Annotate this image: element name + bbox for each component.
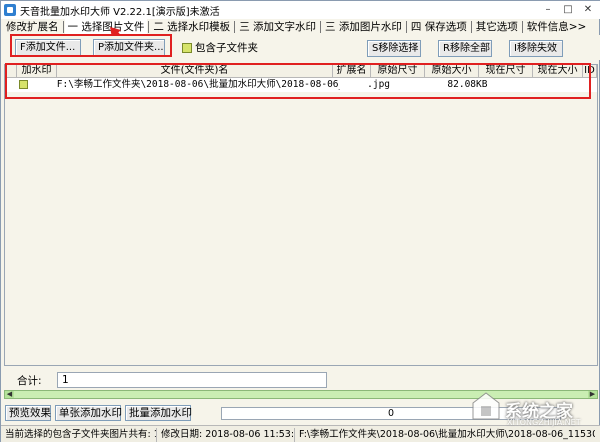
total-row: 合计: 1 <box>11 372 331 388</box>
window-title: 天音批量加水印大师 V2.22.1[演示版]未激活 <box>20 6 220 18</box>
single-watermark-button[interactable]: 单张添加水印 <box>55 405 122 421</box>
tab-separator <box>405 20 407 33</box>
row-filename: F:\李畅工作文件夹\2018-08-06\批量加水印大师\2018-08-06… <box>56 79 342 90</box>
add-folder-button[interactable]: P添加文件夹... <box>93 39 165 56</box>
watermark-logo-icon <box>472 392 500 420</box>
batch-watermark-button[interactable]: 批量添加水印 <box>125 405 192 421</box>
status-file-path: F:\李畅工作文件夹\2018-08-06\批量加水印大师\2018-08-06… <box>299 428 595 440</box>
scroll-left-icon[interactable]: ◀ <box>5 390 14 399</box>
app-window: 天音批量加水印大师 V2.22.1[演示版]未激活 – □ ✕ 修改扩展名 一 … <box>0 0 600 442</box>
col-extension[interactable]: 扩展名 <box>333 65 371 78</box>
tab-separator <box>470 20 472 33</box>
file-grid[interactable]: 加水印 文件(文件夹)名 扩展名 原始尺寸 原始大小 现在尺寸 现在大小 ID … <box>4 64 598 366</box>
site-watermark: 系统之家 XITONGZHIJIA.NET <box>471 387 591 427</box>
col-current-dimensions[interactable]: 现在尺寸 <box>479 65 533 78</box>
watermark-url: XITONGZHIJIA.NET <box>507 418 581 427</box>
total-label: 合计: <box>17 374 42 387</box>
table-row[interactable]: F:\李畅工作文件夹\2018-08-06\批量加水印大师\2018-08-06… <box>5 78 597 92</box>
close-icon[interactable]: ✕ <box>581 3 595 16</box>
row-watermark-cell[interactable] <box>5 78 53 92</box>
title-bar: 天音批量加水印大师 V2.22.1[演示版]未激活 – □ ✕ <box>1 1 600 19</box>
toolbar: F添加文件... P添加文件夹... S移除选择 R移除全部 I移除失效 <box>1 35 600 60</box>
grid-corner <box>5 65 17 78</box>
row-original-size: 82.08KB <box>447 79 488 90</box>
add-files-button[interactable]: F添加文件... <box>15 39 81 56</box>
row-original-dimensions <box>391 78 441 92</box>
minimize-icon[interactable]: – <box>541 3 555 16</box>
tab-other-options[interactable]: 其它选项 <box>473 19 521 34</box>
row-current-dimensions <box>490 78 540 92</box>
status-selected-count: 当前选择的包含子文件夹图片共有: 1张 <box>1 427 157 442</box>
app-icon <box>4 4 16 16</box>
row-id <box>586 78 597 92</box>
row-current-size <box>540 78 586 92</box>
col-original-dimensions[interactable]: 原始尺寸 <box>371 65 425 78</box>
tab-select-template[interactable]: 二 选择水印模板 <box>150 19 233 34</box>
status-bar: 当前选择的包含子文件夹图片共有: 1张 修改日期: 2018-08-06 11:… <box>1 425 600 442</box>
col-current-size[interactable]: 现在大小 <box>533 65 583 78</box>
tab-text-watermark[interactable]: 三 添加文字水印 <box>236 19 319 34</box>
remove-all-button[interactable]: R移除全部 <box>438 40 492 57</box>
col-filename[interactable]: 文件(文件夹)名 <box>57 65 333 78</box>
tab-separator <box>62 20 64 33</box>
tab-separator <box>320 20 322 33</box>
checkbox-icon[interactable] <box>182 42 192 53</box>
tab-bar: 修改扩展名 一 选择图片文件 二 选择水印模板 三 添加文字水印 三 添加图片水… <box>3 19 589 34</box>
remove-selected-button[interactable]: S移除选择 <box>367 40 421 57</box>
col-id[interactable]: ID <box>583 65 597 78</box>
grid-header: 加水印 文件(文件夹)名 扩展名 原始尺寸 原始大小 现在尺寸 现在大小 ID <box>5 65 597 78</box>
include-subfolders-label: 包含子文件夹 <box>195 42 258 54</box>
tab-separator <box>234 20 236 33</box>
image-file-icon <box>19 80 28 89</box>
col-original-size[interactable]: 原始大小 <box>425 65 479 78</box>
tab-rename-extension[interactable]: 修改扩展名 <box>3 19 62 34</box>
preview-button[interactable]: 预览效果 <box>5 405 51 421</box>
tab-separator <box>148 20 150 33</box>
tab-separator <box>521 20 523 33</box>
maximize-icon[interactable]: □ <box>561 3 575 16</box>
tab-software-info[interactable]: 软件信息>> <box>524 19 590 34</box>
tab-save-options[interactable]: 四 保存选项 <box>408 19 470 34</box>
include-subfolders-checkbox[interactable]: 包含子文件夹 <box>182 40 258 55</box>
total-value: 1 <box>57 372 327 388</box>
row-extension: .jpg <box>367 79 391 90</box>
tab-image-watermark[interactable]: 三 添加图片水印 <box>322 19 405 34</box>
status-modified-date: 修改日期: 2018-08-06 11:53:46 <box>157 427 295 442</box>
window-controls: – □ ✕ <box>541 3 595 16</box>
col-watermark[interactable]: 加水印 <box>17 65 57 78</box>
remove-failed-button[interactable]: I移除失效 <box>509 40 563 57</box>
